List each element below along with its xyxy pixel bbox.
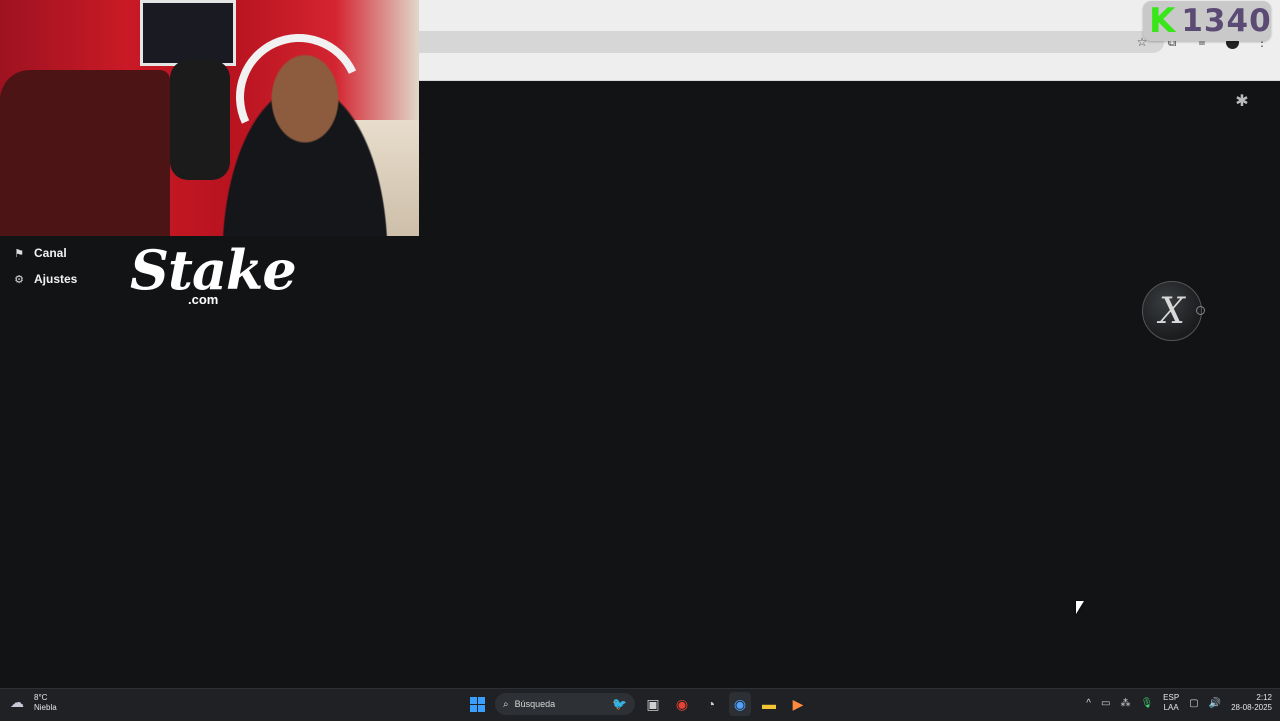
score-badge: K 1340 (1143, 1, 1271, 41)
chrome-icon[interactable]: ◉ (671, 692, 693, 716)
network-icon[interactable]: ▢ (1189, 698, 1198, 709)
gear-icon: ⚙ (14, 273, 24, 286)
clock-time: 2:12 (1256, 693, 1272, 702)
chevron-up-icon[interactable]: ^ (1086, 698, 1091, 709)
sidebar: ⚑ Canal ⚙ Ajustes (0, 240, 120, 292)
search-highlight-icon: 🐦 (612, 697, 627, 711)
apps-grid-icon[interactable]: ⁂ (1120, 698, 1130, 709)
sidebar-item-canal[interactable]: ⚑ Canal (0, 240, 120, 266)
taskbar-apps: ⌕ Búsqueda 🐦 ▣ ◉ ◔ ◉ ▬ ▶ (466, 692, 809, 716)
logo-suffix: .com (188, 292, 219, 307)
score-badge-value: 1340 (1181, 3, 1272, 39)
weather-condition: Niebla (34, 703, 57, 712)
file-explorer-icon[interactable]: ▬ (758, 692, 780, 716)
windows-logo-icon (469, 696, 485, 712)
weather-widget[interactable]: ☁ 8°C Niebla (10, 693, 57, 713)
app-clock-icon[interactable]: ◔ (700, 692, 722, 716)
x-button-indicator (1196, 306, 1205, 315)
media-player-icon[interactable]: ▶ (787, 692, 809, 716)
webcam-overlay (0, 0, 419, 236)
language-indicator[interactable]: ESP LAA (1163, 693, 1179, 713)
volume-icon[interactable]: 🔊 (1209, 698, 1221, 709)
taskbar-search[interactable]: ⌕ Búsqueda 🐦 (495, 693, 635, 715)
keyboard-layout: LAA (1163, 703, 1179, 712)
stake-logo[interactable]: Stake .com (130, 238, 297, 312)
weather-temp: 8°C (34, 693, 48, 702)
search-placeholder: Búsqueda (514, 699, 556, 709)
task-view-icon[interactable]: ▣ (642, 692, 664, 716)
sidebar-item-ajustes[interactable]: ⚙ Ajustes (0, 266, 120, 292)
broadcast-icon: ⚑ (14, 247, 24, 260)
address-bar[interactable] (419, 31, 1164, 53)
chrome-active-icon[interactable]: ◉ (729, 692, 751, 716)
search-icon: ⌕ (503, 698, 509, 710)
keyboard-icon[interactable]: ▭ (1101, 698, 1110, 709)
taskbar: ☁ 8°C Niebla ⌕ Búsqueda 🐦 ▣ ◉ ◔ ◉ ▬ ▶ ^ … (0, 688, 1280, 721)
score-badge-letter: K (1149, 1, 1176, 41)
background-sofa (0, 70, 170, 236)
start-button[interactable] (466, 692, 488, 716)
sidebar-item-label: Canal (34, 246, 67, 260)
system-tray: ^ ▭ ⁂ 🎙 ESP LAA ▢ 🔊 2:12 28-08-2025 (1086, 693, 1272, 713)
clock[interactable]: 2:12 28-08-2025 (1231, 693, 1272, 713)
language-code: ESP (1163, 693, 1180, 702)
x-logo-icon: X (1159, 290, 1185, 332)
logo-word: Stake (130, 238, 297, 302)
microphone-icon[interactable]: 🎙 (1140, 698, 1153, 709)
settings-spinner-icon[interactable]: ✱ (1233, 92, 1251, 110)
sidebar-item-label: Ajustes (34, 272, 78, 286)
x-floating-button[interactable]: X (1142, 281, 1202, 341)
mouse-cursor (1076, 601, 1084, 614)
clock-date: 28-08-2025 (1231, 703, 1272, 712)
fog-icon: ☁ (10, 694, 24, 710)
